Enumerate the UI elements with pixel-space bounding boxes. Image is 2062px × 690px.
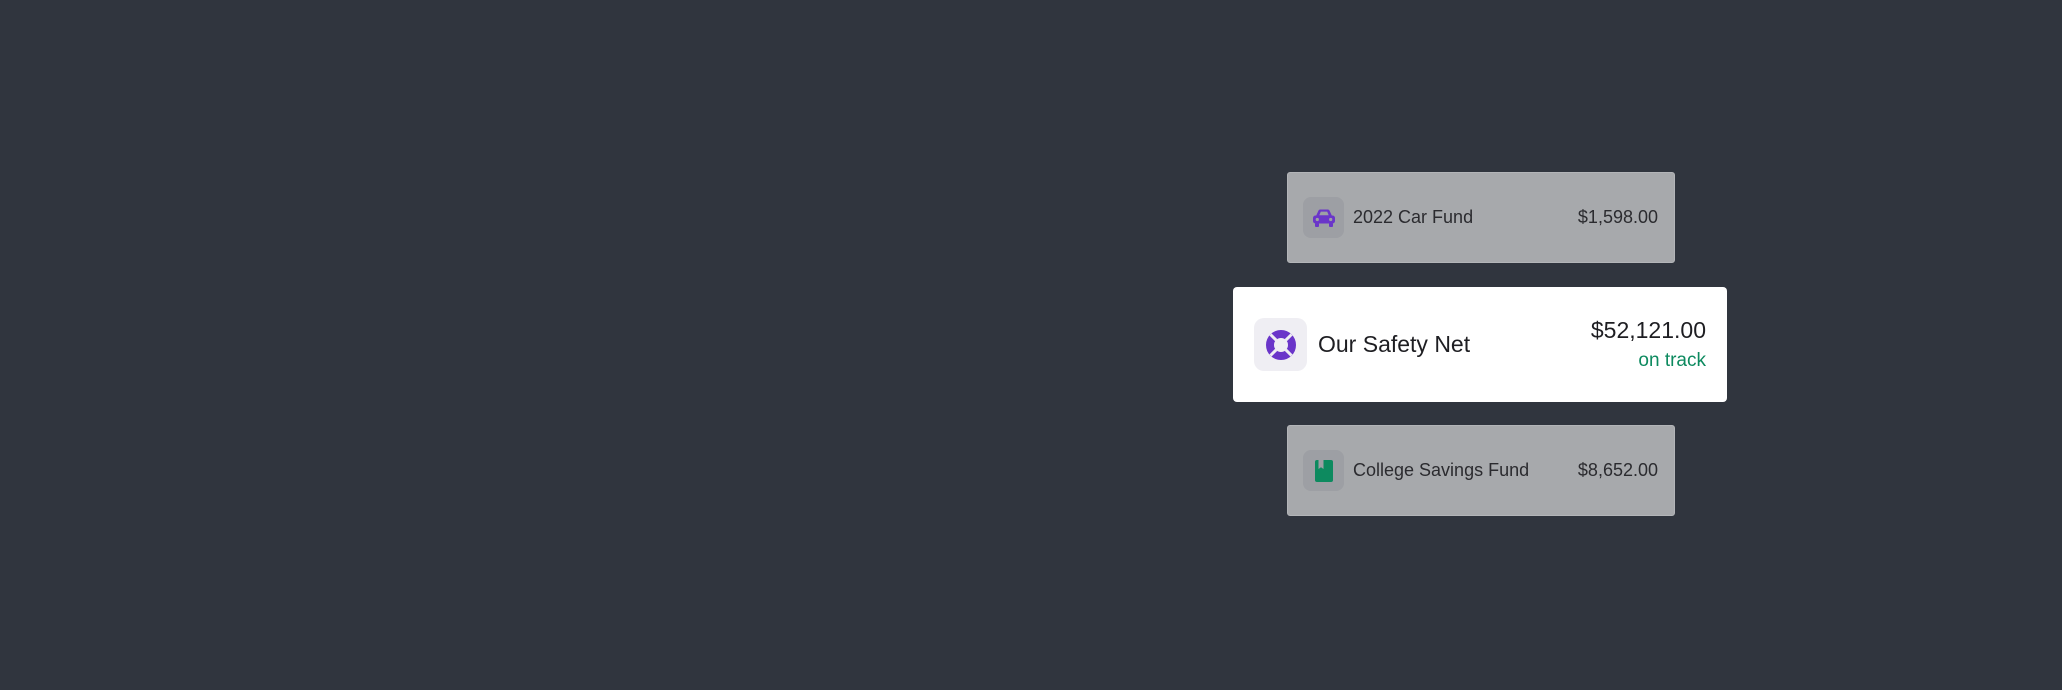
goal-card-safety-net[interactable]: Our Safety Net $52,121.00 on track xyxy=(1233,287,1727,402)
goal-name: Our Safety Net xyxy=(1318,331,1471,357)
goal-name: College Savings Fund xyxy=(1353,460,1530,480)
goal-card-car-fund[interactable]: 2022 Car Fund $1,598.00 xyxy=(1287,172,1675,263)
status-text: on track xyxy=(1638,350,1706,371)
goal-card-college-savings[interactable]: College Savings Fund $8,652.00 xyxy=(1287,425,1675,516)
life-ring-icon xyxy=(1254,318,1307,371)
goal-amount: $52,121.00 xyxy=(1590,317,1706,343)
book-icon xyxy=(1303,450,1344,491)
goal-name: 2022 Car Fund xyxy=(1353,207,1474,227)
goal-amount: $8,652.00 xyxy=(1577,460,1658,480)
car-icon xyxy=(1303,197,1344,238)
goal-amount: $1,598.00 xyxy=(1577,207,1658,227)
